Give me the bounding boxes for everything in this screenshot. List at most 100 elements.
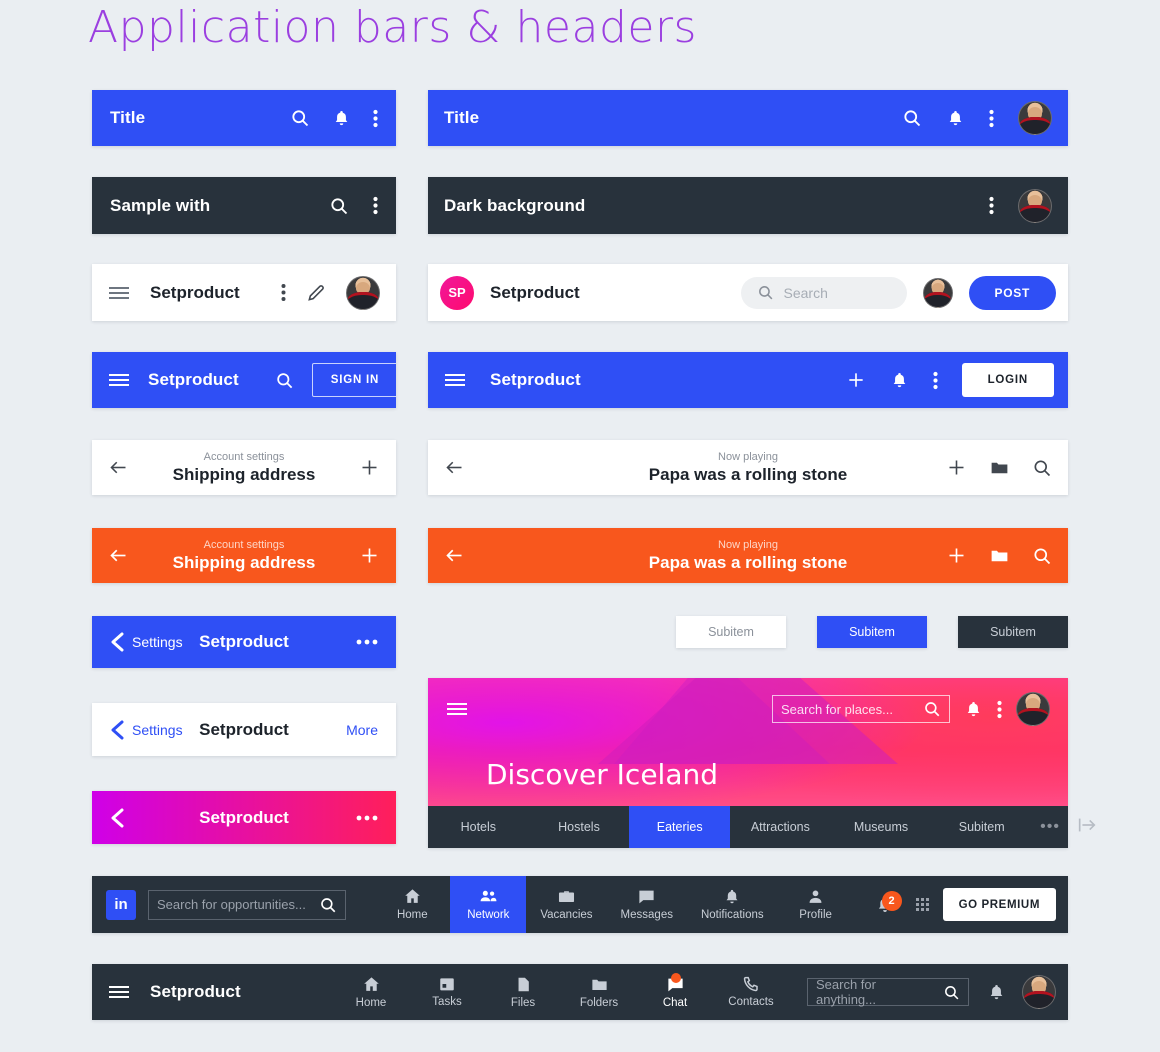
people-icon [478, 887, 499, 906]
ellipsis-icon[interactable] [356, 639, 378, 645]
avatar[interactable] [1018, 101, 1052, 135]
bell-icon[interactable] [332, 109, 351, 128]
nav-item-folders[interactable]: Folders [561, 964, 637, 1020]
tab-eateries[interactable]: Eateries [629, 806, 731, 848]
kebab-menu-icon[interactable] [989, 109, 994, 128]
nav-item-files[interactable]: Files [485, 964, 561, 1020]
tab-hostels[interactable]: Hostels [529, 806, 630, 848]
folder-icon[interactable] [989, 457, 1010, 478]
subitem-chip-blue[interactable]: Subitem [817, 616, 927, 648]
plus-icon[interactable] [946, 457, 967, 478]
folder-icon[interactable] [989, 545, 1010, 566]
home-icon [403, 887, 422, 906]
search-input[interactable]: Search for places... [772, 695, 950, 723]
app-bar-title: Setproduct [150, 282, 240, 302]
login-button[interactable]: LOGIN [961, 363, 1054, 397]
back-arrow-icon[interactable] [444, 457, 465, 478]
search-input[interactable]: Search for opportunities... [148, 889, 346, 920]
bell-icon[interactable] [890, 371, 909, 390]
plus-icon[interactable] [359, 457, 380, 478]
kebab-menu-icon[interactable] [373, 109, 378, 128]
search-icon [319, 896, 337, 914]
avatar[interactable] [346, 275, 380, 310]
search-icon[interactable] [275, 371, 294, 390]
hamburger-icon[interactable] [444, 372, 466, 388]
nav-label: Network [467, 909, 510, 921]
back-button[interactable]: Settings [110, 631, 183, 653]
nav-item-home[interactable]: Home [333, 964, 409, 1020]
tab-hotels[interactable]: Hotels [428, 806, 529, 848]
kebab-menu-icon[interactable] [997, 700, 1002, 719]
kebab-menu-icon[interactable] [932, 371, 938, 390]
back-arrow-icon[interactable] [108, 457, 129, 478]
avatar[interactable] [1016, 692, 1050, 726]
app-bar-dark-background: Dark background [428, 177, 1068, 234]
chevron-left-icon [110, 631, 125, 653]
plus-icon[interactable] [946, 545, 967, 566]
subitem-chip-white[interactable]: Subitem [676, 616, 786, 648]
ellipsis-icon[interactable] [356, 815, 378, 821]
tab-forward-arrow-icon[interactable] [1076, 814, 1098, 841]
avatar[interactable] [1022, 975, 1056, 1009]
app-bar-subtitle: Now playing [718, 450, 778, 463]
bell-icon[interactable] [946, 109, 965, 128]
tab-attractions[interactable]: Attractions [730, 806, 831, 848]
hamburger-icon[interactable] [446, 701, 468, 717]
hamburger-icon[interactable] [108, 984, 130, 1000]
avatar[interactable] [1018, 188, 1052, 223]
nav-item-tasks[interactable]: Tasks [409, 964, 485, 1020]
nav-item-messages[interactable]: Messages [607, 876, 687, 933]
post-button[interactable]: POST [968, 275, 1056, 310]
title-block: Account settings Shipping address [92, 528, 396, 583]
nav-item-notifications[interactable]: Notifications [687, 876, 778, 933]
app-bar-title: Title [110, 108, 146, 127]
back-arrow-icon[interactable] [108, 545, 129, 566]
pencil-icon[interactable] [306, 283, 326, 303]
back-button[interactable]: Settings [110, 719, 183, 741]
sp-avatar-badge[interactable]: SP [440, 275, 474, 310]
notification-badge: 2 [881, 890, 902, 911]
search-icon[interactable] [329, 196, 349, 216]
kebab-menu-icon[interactable] [989, 196, 994, 215]
back-arrow-icon[interactable] [444, 545, 465, 566]
subitem-chip-dark[interactable]: Subitem [958, 616, 1068, 648]
tab-overflow-icon[interactable]: ••• [1032, 806, 1068, 848]
search-icon[interactable] [1032, 458, 1052, 478]
chevron-left-icon[interactable] [110, 807, 125, 829]
calendar-icon [438, 975, 456, 993]
bell-icon[interactable] [964, 700, 983, 719]
linkedin-logo[interactable]: in [106, 889, 136, 920]
app-bar-title: Shipping address [172, 464, 316, 484]
avatar[interactable] [922, 277, 953, 308]
notification-bell-button[interactable]: 2 [868, 890, 902, 915]
nav-item-chat[interactable]: Chat [637, 964, 713, 1020]
search-icon[interactable] [1032, 546, 1052, 566]
nav-item-vacancies[interactable]: Vacancies [526, 876, 606, 933]
search-icon[interactable] [902, 108, 922, 128]
tab-museums[interactable]: Museums [831, 806, 932, 848]
search-icon [757, 284, 774, 301]
nav-item-network[interactable]: Network [450, 876, 527, 933]
sign-in-button[interactable]: SIGN IN [311, 363, 396, 397]
nav-label: Files [510, 996, 536, 1009]
hamburger-icon[interactable] [108, 372, 130, 388]
bell-icon[interactable] [987, 983, 1006, 1002]
app-bar-setproduct-social: SP Setproduct Search POST [428, 264, 1068, 321]
more-button[interactable]: More [346, 722, 378, 738]
go-premium-button[interactable]: GO PREMIUM [942, 888, 1056, 921]
hero-header-iceland: Search for places... Discover Iceland Ho… [428, 678, 1068, 848]
nav-item-contacts[interactable]: Contacts [713, 964, 789, 1020]
apps-grid-icon[interactable] [915, 898, 929, 911]
tab-subitem[interactable]: Subitem [931, 806, 1032, 848]
nav-item-profile[interactable]: Profile [778, 876, 854, 933]
nav-item-home[interactable]: Home [374, 876, 450, 933]
search-icon[interactable] [290, 108, 310, 128]
folder-icon [590, 975, 609, 994]
search-input[interactable]: Search for anything... [807, 977, 969, 1007]
kebab-menu-icon[interactable] [373, 196, 378, 215]
plus-icon[interactable] [846, 370, 866, 390]
kebab-menu-icon[interactable] [281, 283, 286, 302]
search-input[interactable]: Search [740, 276, 907, 309]
plus-icon[interactable] [359, 545, 380, 566]
hamburger-icon[interactable] [108, 285, 130, 301]
